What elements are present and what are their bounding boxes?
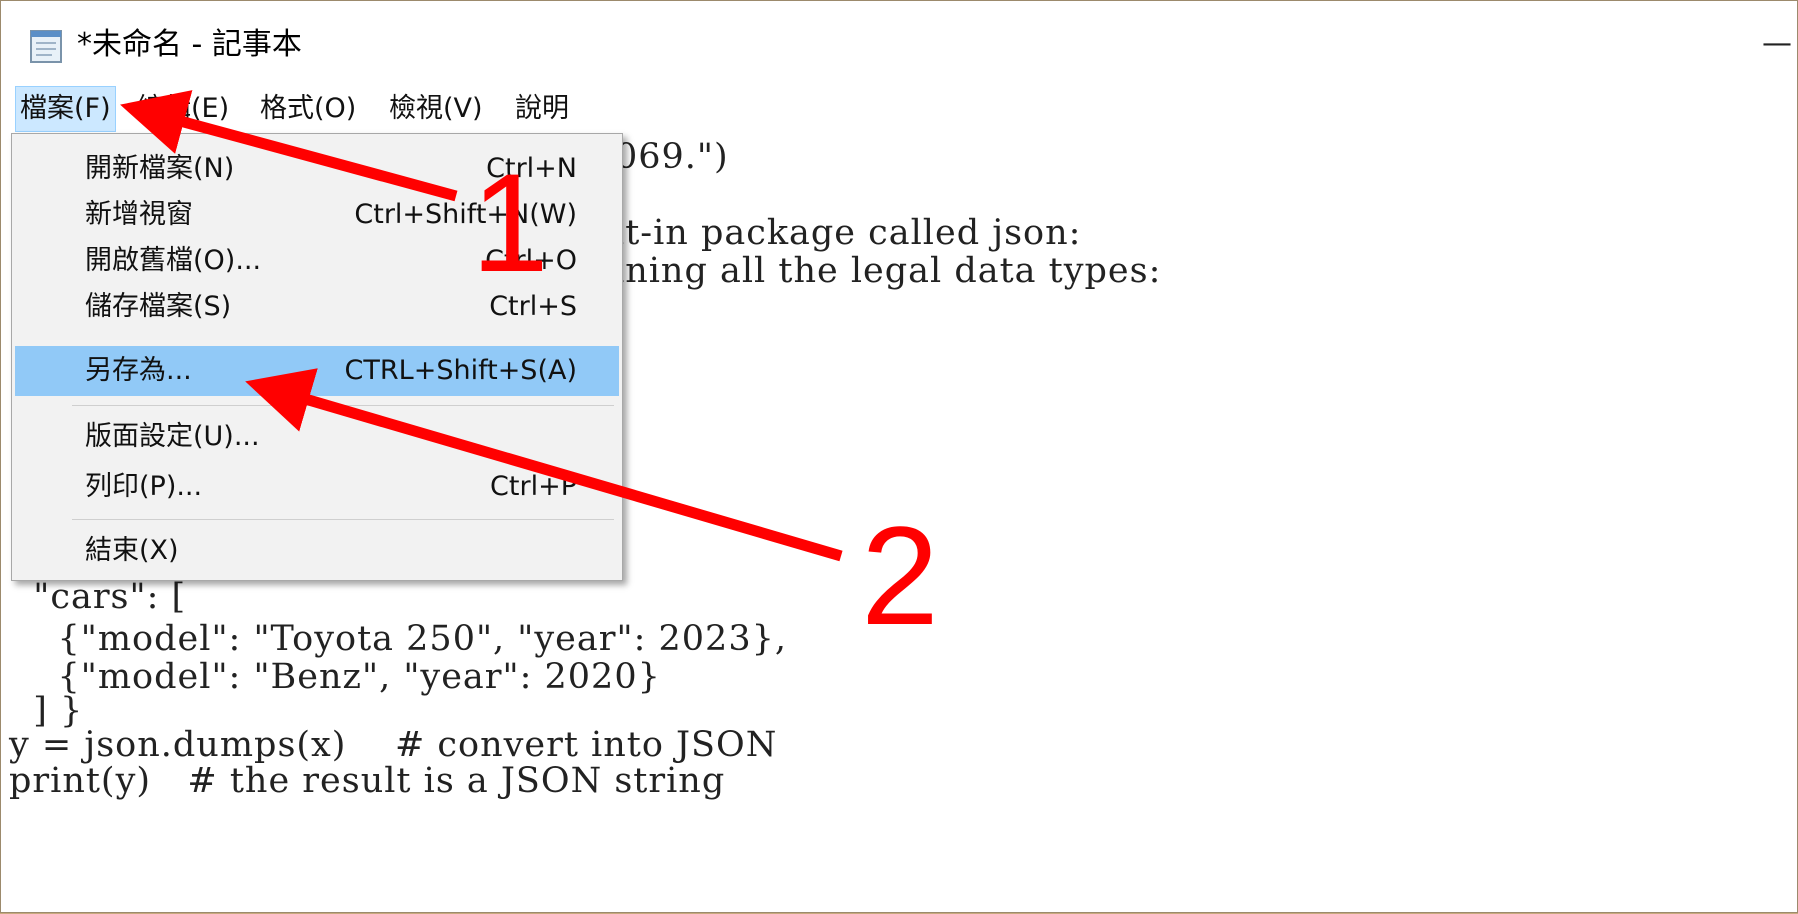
- menu-item-save-as[interactable]: 另存為... CTRL+Shift+S(A): [15, 346, 619, 396]
- menu-view[interactable]: 檢視(V): [385, 85, 487, 133]
- menu-separator: [72, 405, 614, 406]
- menu-item-exit[interactable]: 結束(X): [15, 526, 619, 576]
- menu-file[interactable]: 檔案(F): [15, 86, 116, 132]
- code-line: print(y) # the result is a JSON string: [9, 761, 726, 801]
- code-line: {"model": "Benz", "year": 2020}: [9, 657, 661, 697]
- code-line: "cars": [: [9, 577, 187, 617]
- minimize-button[interactable]: —: [1757, 19, 1797, 69]
- menu-item-label: 版面設定(U)...: [85, 421, 260, 452]
- menu-item-label: 列印(P)...: [85, 471, 203, 502]
- code-line: y = json.dumps(x) # convert into JSON: [9, 725, 778, 765]
- code-line: ining all the legal data types:: [613, 251, 1162, 291]
- menu-item-label: 開新檔案(N): [85, 153, 235, 184]
- notepad-icon: [30, 30, 62, 63]
- menu-separator: [72, 519, 614, 520]
- menu-format[interactable]: 格式(O): [256, 85, 360, 133]
- menu-item-label: 結束(X): [85, 535, 179, 566]
- menu-bar: 檔案(F) 編輯(E) 格式(O) 檢視(V) 說明: [1, 85, 1797, 133]
- menu-help[interactable]: 說明: [511, 85, 573, 133]
- step-number-1: 1: [471, 144, 549, 301]
- code-line: 069."): [615, 137, 729, 177]
- menu-item-label: 另存為...: [85, 355, 192, 386]
- menu-item-shortcut: CTRL+Shift+S(A): [344, 355, 577, 386]
- menu-item-label: 新增視窗: [85, 199, 193, 230]
- menu-item-print[interactable]: 列印(P)... Ctrl+P: [15, 462, 619, 512]
- menu-item-label: 開啟舊檔(O)...: [85, 245, 262, 276]
- menu-edit[interactable]: 編輯(E): [133, 85, 233, 133]
- title-bar[interactable]: *未命名 - 記事本 —: [1, 1, 1797, 85]
- menu-item-shortcut: Ctrl+P: [490, 471, 577, 502]
- notepad-window: *未命名 - 記事本 — 檔案(F) 編輯(E) 格式(O) 檢視(V) 說明 …: [0, 0, 1798, 913]
- step-number-2: 2: [861, 497, 939, 654]
- code-line: lt-in package called json:: [613, 213, 1082, 253]
- menu-item-label: 儲存檔案(S): [85, 291, 232, 322]
- window-title: *未命名 - 記事本: [77, 27, 302, 62]
- menu-item-page-setup[interactable]: 版面設定(U)...: [15, 412, 619, 462]
- code-line: {"model": "Toyota 250", "year": 2023},: [9, 619, 787, 659]
